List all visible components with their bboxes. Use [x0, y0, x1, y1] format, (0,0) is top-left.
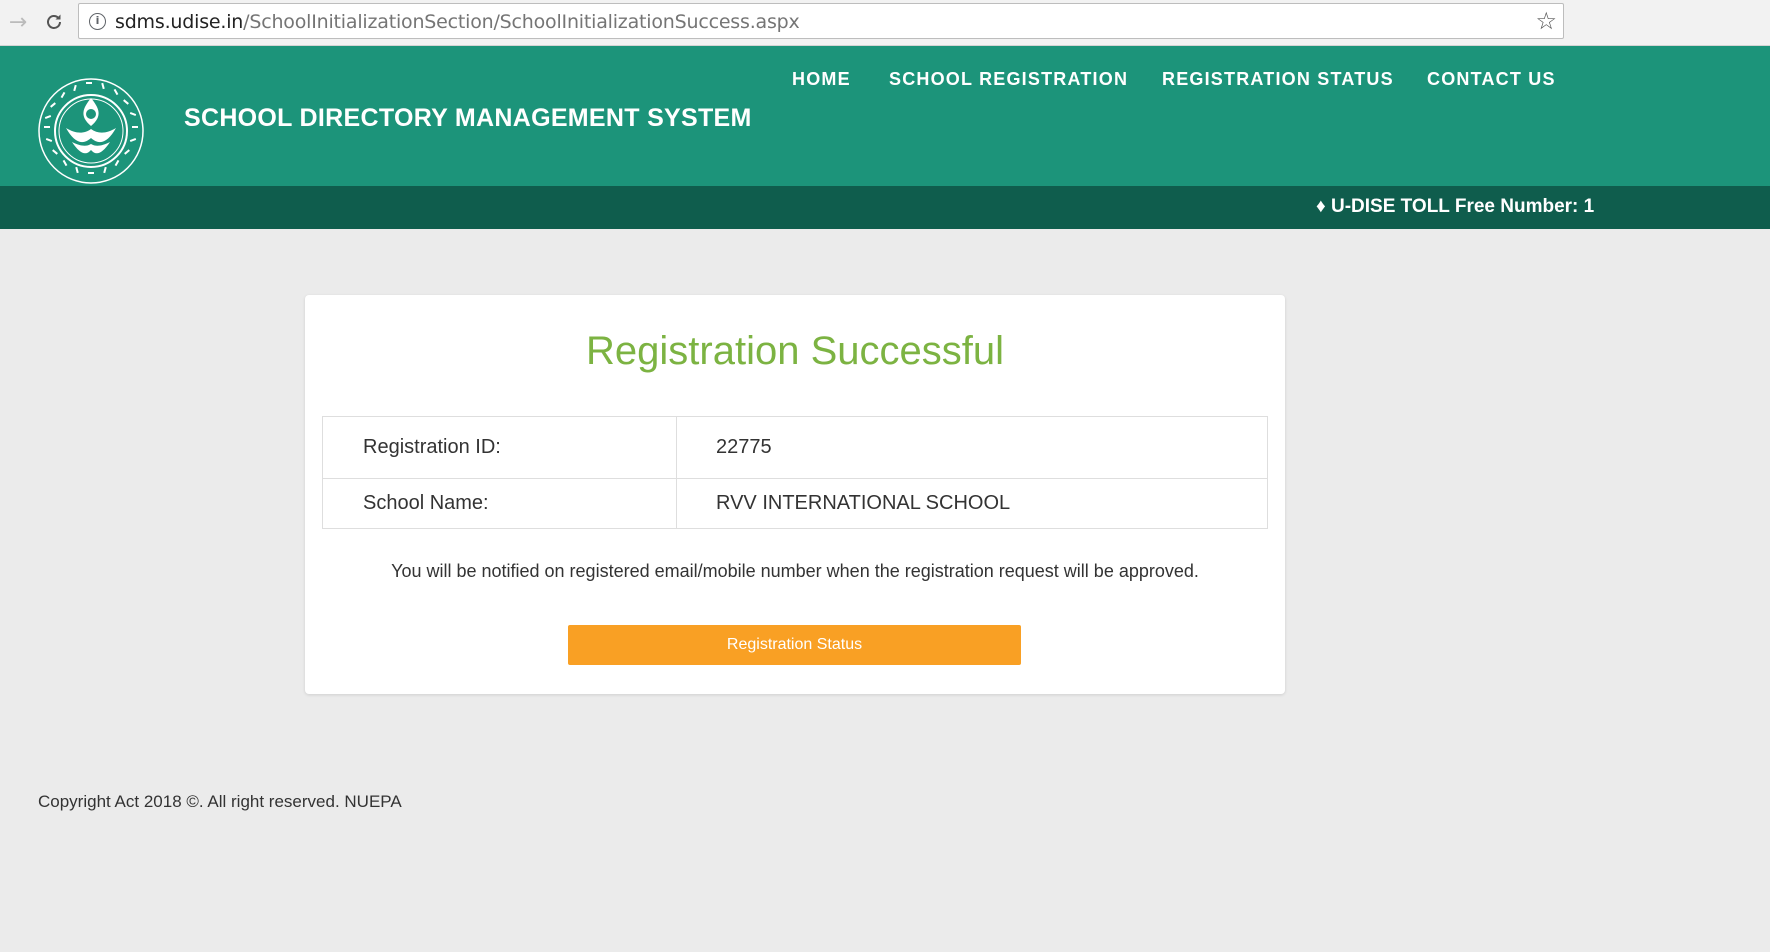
school-name-label: School Name: [322, 478, 677, 529]
announcement-ticker: ♦ U-DISE TOLL Free Number: 1 [0, 186, 1770, 229]
url-text[interactable]: sdms.udise.in/SchoolInitializationSectio… [115, 11, 800, 33]
nav-contact-us[interactable]: CONTACT US [1427, 69, 1556, 90]
ticker-text: ♦ U-DISE TOLL Free Number: 1 [1316, 196, 1595, 217]
notification-message: You will be notified on registered email… [391, 561, 1199, 581]
nav-school-registration[interactable]: SCHOOL REGISTRATION [889, 69, 1128, 90]
site-title: SCHOOL DIRECTORY MANAGEMENT SYSTEM [184, 104, 752, 132]
bookmark-star-icon[interactable]: ☆ [1535, 7, 1557, 35]
success-heading: Registration Successful [586, 329, 1004, 373]
address-bar[interactable]: i sdms.udise.in/SchoolInitializationSect… [78, 3, 1564, 39]
forward-arrow-icon[interactable]: → [4, 8, 32, 36]
nav-home[interactable]: HOME [792, 69, 851, 90]
registration-id-label: Registration ID: [322, 416, 677, 479]
table-row: Registration ID: 22775 [322, 416, 1268, 479]
registration-status-button[interactable]: Registration Status [568, 625, 1021, 665]
table-row: School Name: RVV INTERNATIONAL SCHOOL [322, 478, 1268, 529]
reload-icon[interactable] [40, 8, 68, 36]
browser-toolbar: → i sdms.udise.in/SchoolInitializationSe… [0, 0, 1770, 46]
school-name-value: RVV INTERNATIONAL SCHOOL [676, 478, 1268, 529]
registration-details-table: Registration ID: 22775 School Name: RVV … [322, 416, 1268, 529]
url-path: /SchoolInitializationSection/SchoolIniti… [243, 11, 800, 33]
reload-icon-svg [47, 14, 61, 29]
registration-success-card: Registration Successful Registration ID:… [305, 295, 1285, 694]
registration-id-value: 22775 [676, 416, 1268, 479]
copyright-footer: Copyright Act 2018 ©. All right reserved… [38, 792, 402, 811]
url-host: sdms.udise.in [115, 11, 244, 33]
nav-registration-status[interactable]: REGISTRATION STATUS [1162, 69, 1394, 90]
main-nav: HOME SCHOOL REGISTRATION REGISTRATION ST… [0, 69, 1770, 93]
site-header: SCHOOL DIRECTORY MANAGEMENT SYSTEM HOME … [0, 46, 1770, 186]
info-icon[interactable]: i [89, 13, 106, 30]
